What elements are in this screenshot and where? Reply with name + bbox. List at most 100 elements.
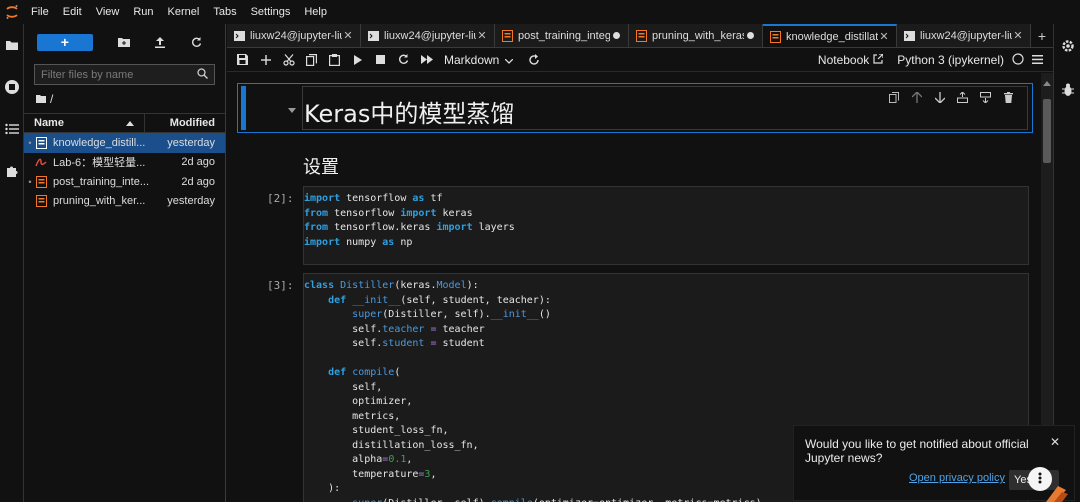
file-row[interactable]: • knowledge_distill... yesterday [24, 133, 225, 153]
folder-icon[interactable] [0, 24, 24, 66]
code-line: def __init__(self, student, teacher): [304, 294, 1028, 309]
name-column-header[interactable]: Name [24, 114, 145, 132]
code-token: temperature [304, 468, 419, 480]
file-list: • knowledge_distill... yesterday Lab-6：模型轻量… [24, 133, 225, 211]
collapse-heading-icon[interactable] [288, 102, 296, 113]
code-token: self. [304, 338, 383, 349]
tab-notebook[interactable]: knowledge_distillatic ✕ [763, 24, 897, 47]
terminal-tab-icon [367, 30, 379, 42]
markdown-cell-active[interactable]: Keras中的模型蒸馏 [237, 83, 1033, 133]
new-folder-icon[interactable] [106, 32, 142, 52]
menu-help[interactable]: Help [297, 0, 334, 24]
insert-above-icon[interactable] [951, 88, 974, 106]
tab-terminal[interactable]: liuxw24@jupyter-liux ✕ [361, 24, 495, 47]
git-diff-icon[interactable] [522, 48, 545, 72]
save-icon[interactable] [231, 48, 254, 72]
new-launcher-button[interactable]: + [37, 33, 93, 51]
delete-cell-icon[interactable] [997, 88, 1020, 106]
menu-edit[interactable]: Edit [56, 0, 89, 24]
code-token: tf [424, 193, 443, 204]
tab-notebook[interactable]: post_training_integ [495, 24, 629, 47]
running-sessions-icon[interactable] [0, 66, 24, 108]
tab-terminal[interactable]: liuxw24@jupyter-liux ✕ [227, 24, 361, 47]
insert-cell-icon[interactable] [254, 48, 277, 72]
menu-run[interactable]: Run [126, 0, 160, 24]
notification-message: Would you like to get notified about off… [805, 437, 1029, 465]
file-row[interactable]: Lab-6：模型轻量... 2d ago [24, 153, 225, 173]
file-modified: 2d ago [181, 175, 215, 188]
code-cell[interactable]: import tensorflow as tf from tensorflow i… [303, 186, 1029, 265]
code-token: __init__ [352, 294, 401, 306]
menu-hamburger-icon[interactable] [1032, 53, 1043, 67]
code-token: ( [394, 367, 401, 378]
tab-label: liuxw24@jupyter-liux [384, 29, 476, 42]
duplicate-cell-icon[interactable] [882, 88, 905, 106]
tab-close-icon[interactable]: ✕ [342, 29, 354, 42]
interrupt-kernel-icon[interactable] [369, 48, 392, 72]
code-token: , [406, 454, 413, 465]
cut-icon[interactable] [277, 48, 300, 72]
new-tab-button[interactable]: + [1031, 24, 1053, 47]
refresh-icon[interactable] [179, 32, 215, 52]
scroll-up-arrow-icon[interactable] [1043, 75, 1051, 86]
filter-files-input[interactable] [41, 68, 197, 81]
breadcrumb: / [24, 85, 225, 113]
tab-close-icon[interactable]: ✕ [1012, 29, 1024, 42]
code-token: import [400, 207, 437, 219]
move-down-icon[interactable] [928, 88, 951, 106]
notebook-file-icon [34, 175, 48, 189]
move-up-icon[interactable] [905, 88, 928, 106]
restart-run-all-icon[interactable] [415, 48, 438, 72]
tab-close-icon[interactable]: ✕ [476, 29, 488, 42]
menu-tabs[interactable]: Tabs [206, 0, 243, 24]
file-row[interactable]: • post_training_inte... 2d ago [24, 172, 225, 192]
file-row[interactable]: pruning_with_ker... yesterday [24, 192, 225, 212]
table-of-contents-icon[interactable] [0, 108, 24, 150]
code-token: keras [436, 207, 473, 219]
upload-icon[interactable] [142, 32, 178, 52]
insert-below-icon[interactable] [974, 88, 997, 106]
code-token: 0.1 [388, 454, 407, 465]
file-name: pruning_with_ker... [53, 195, 146, 208]
scrollbar-thumb[interactable] [1043, 99, 1051, 163]
menu-file[interactable]: File [24, 0, 56, 24]
tab-notebook[interactable]: pruning_with_keras.ip [629, 24, 763, 47]
notebook-tab-icon [769, 30, 781, 43]
extensions-puzzle-icon[interactable] [0, 150, 24, 192]
menu-settings[interactable]: Settings [244, 0, 298, 24]
code-token: ): [304, 483, 341, 494]
code-token: teacher [382, 323, 425, 335]
search-icon [197, 67, 208, 82]
notification-close-button[interactable]: ✕ [1050, 435, 1060, 449]
home-folder-icon[interactable] [36, 92, 46, 106]
code-token: from [304, 207, 329, 219]
jupyter-logo-icon[interactable] [0, 0, 24, 24]
menu-view[interactable]: View [89, 0, 127, 24]
property-inspector-gear-icon[interactable] [1054, 24, 1080, 68]
code-token: (self, student, teacher): [400, 294, 551, 306]
tab-close-icon[interactable]: ✕ [878, 30, 890, 43]
code-token: self. [304, 323, 383, 335]
active-cell-indicator [241, 86, 246, 130]
copy-icon[interactable] [300, 48, 323, 72]
code-token: teacher [436, 323, 485, 335]
breadcrumb-path[interactable]: / [50, 92, 53, 106]
code-line: optimizer, [304, 395, 1028, 410]
privacy-policy-link[interactable]: Open privacy policy [909, 472, 1005, 484]
restart-kernel-icon[interactable] [392, 48, 415, 72]
modified-column-header[interactable]: Modified [145, 117, 225, 129]
unsaved-dot-icon[interactable] [610, 30, 622, 42]
paste-icon[interactable] [323, 48, 346, 72]
notebook-toolbar-right: Notebook Python 3 (ipykernel) [818, 48, 1043, 72]
menu-kernel[interactable]: Kernel [161, 0, 207, 24]
cell-type-select[interactable]: Markdown [444, 53, 520, 67]
code-token: np [394, 236, 413, 248]
kernel-name[interactable]: Python 3 (ipykernel) [897, 53, 1004, 67]
tab-terminal[interactable]: liuxw24@jupyter-liux ✕ [897, 24, 1031, 47]
run-cell-icon[interactable] [346, 48, 369, 72]
debugger-bug-icon[interactable] [1054, 68, 1080, 112]
unsaved-dot-icon[interactable] [744, 30, 756, 42]
open-notebook-view-link[interactable]: Notebook [818, 53, 884, 67]
code-editor[interactable]: import tensorflow as tf from tensorflow i… [304, 187, 1028, 250]
